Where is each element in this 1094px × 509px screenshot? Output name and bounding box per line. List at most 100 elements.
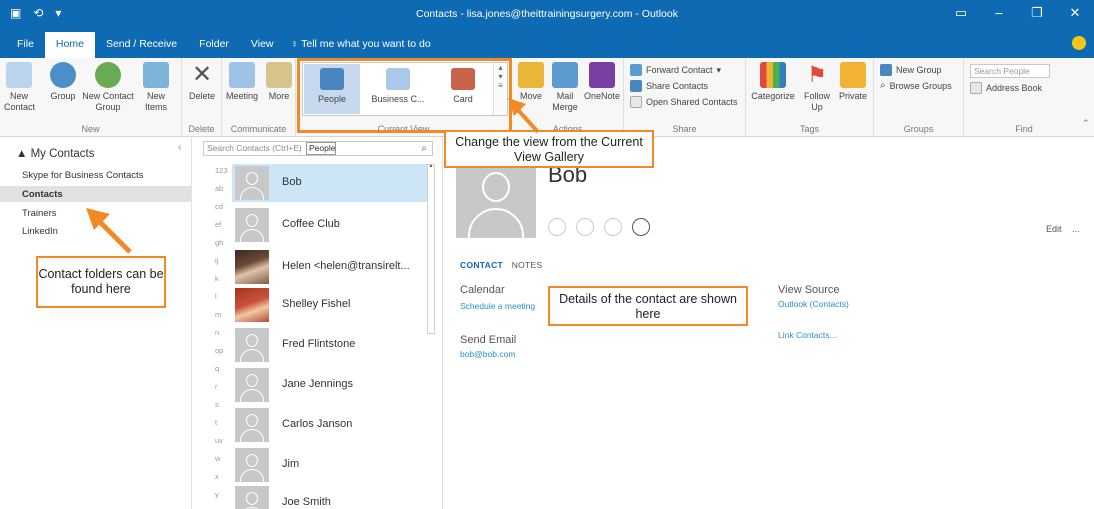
alpha-index-item[interactable]: w [215, 454, 220, 463]
private-button[interactable]: Private [836, 62, 870, 102]
contact-name: Joe Smith [282, 496, 331, 508]
edit-contact-link[interactable]: Edit ... [1046, 224, 1080, 234]
tab-home[interactable]: Home [44, 32, 95, 58]
collapse-ribbon-icon[interactable]: ⌃ [1082, 118, 1090, 129]
folder-skype-contacts[interactable]: Skype for Business Contacts [22, 170, 143, 181]
view-gallery-callout: Change the view from the Current View Ga… [444, 130, 654, 168]
alpha-index-item[interactable]: r [215, 382, 218, 391]
meeting-calendar-icon [229, 62, 255, 88]
new-contact-group-button[interactable]: New Contact Group [82, 62, 134, 113]
tab-file[interactable]: File [6, 32, 45, 56]
new-items-button[interactable]: New Items [138, 62, 174, 113]
folder-contacts[interactable]: Contacts [22, 189, 63, 200]
alpha-index-item[interactable]: gh [215, 238, 223, 247]
video-icon[interactable] [604, 218, 622, 236]
contact-row[interactable]: Joe Smith [232, 484, 428, 509]
search-icon[interactable]: ⌕ [421, 142, 427, 155]
alpha-index-item[interactable]: op [215, 346, 223, 355]
alpha-index-item[interactable]: q [215, 364, 219, 373]
contact-row[interactable]: Helen <helen@transirelt... [232, 248, 428, 286]
contact-name: Bob [282, 176, 302, 188]
alpha-index-item[interactable]: uv [215, 436, 223, 445]
tab-notes[interactable]: NOTES [512, 260, 543, 270]
alpha-index-item[interactable]: ab [215, 184, 223, 193]
avatar [235, 448, 269, 482]
delete-button[interactable]: ✕ Delete [186, 62, 218, 102]
alpha-index-item[interactable]: l [215, 292, 217, 301]
close-icon[interactable]: ✕ [1056, 0, 1094, 28]
contact-row[interactable]: Jim [232, 446, 428, 484]
folder-linkedin[interactable]: LinkedIn [22, 226, 58, 237]
meeting-button[interactable]: Meeting [224, 62, 260, 102]
alpha-index-item[interactable]: y [215, 490, 219, 499]
new-group-button[interactable]: Group [48, 62, 78, 102]
collapse-pane-icon[interactable]: ‹ [178, 142, 181, 153]
folder-pane: ‹ ▲ My Contacts Skype for Business Conta… [0, 138, 192, 509]
contact-row[interactable]: Jane Jennings [232, 366, 428, 404]
new-contact-button[interactable]: New Contact [4, 62, 35, 113]
forward-contact-button[interactable]: Forward Contact ▾ [630, 64, 721, 76]
contact-row[interactable]: Carlos Janson [232, 406, 428, 444]
avatar [235, 208, 269, 242]
address-book-icon [970, 82, 982, 94]
contact-tabs: CONTACT NOTES [460, 260, 542, 270]
feedback-smiley-icon[interactable] [1072, 36, 1086, 50]
open-shared-icon [630, 96, 642, 108]
im-icon[interactable] [548, 218, 566, 236]
email-link[interactable]: bob@bob.com [460, 349, 515, 359]
ribbon-tabs: File Home Send / Receive Folder View ♀ T… [0, 28, 1094, 58]
more-button[interactable]: More [264, 62, 294, 102]
schedule-meeting-link[interactable]: Schedule a meeting [460, 301, 535, 311]
open-shared-contacts-button[interactable]: Open Shared Contacts [630, 96, 738, 108]
alpha-index-item[interactable]: ef [215, 220, 221, 229]
mail-merge-button[interactable]: Mail Merge [548, 62, 582, 113]
minimize-icon[interactable]: – [980, 0, 1018, 28]
share-contacts-icon [630, 80, 642, 92]
contact-row[interactable]: Shelley Fishel [232, 286, 428, 324]
alpha-index-item[interactable]: n [215, 328, 219, 337]
email-icon[interactable] [632, 218, 650, 236]
my-contacts-header[interactable]: ▲ My Contacts [16, 148, 94, 160]
scroll-up-icon[interactable]: ▴ [427, 162, 435, 170]
onenote-button[interactable]: OneNote [582, 62, 622, 102]
move-button[interactable]: Move [516, 62, 546, 102]
contact-row[interactable]: Fred Flintstone [232, 326, 428, 364]
tab-send-receive[interactable]: Send / Receive [95, 32, 188, 56]
ribbon-display-icon[interactable]: ▭ [942, 0, 980, 28]
group-communicate: Meeting More Communicate [222, 58, 296, 137]
source-link[interactable]: Outlook (Contacts) [778, 299, 849, 309]
share-contacts-button[interactable]: Share Contacts [630, 80, 708, 92]
new-items-icon [143, 62, 169, 88]
follow-up-button[interactable]: ⚑ Follow Up [800, 62, 834, 113]
new-group-link[interactable]: New Group [880, 64, 942, 76]
new-group-icon [880, 64, 892, 76]
alpha-index-item[interactable]: ij [215, 256, 218, 265]
browse-groups-link[interactable]: ⌕ Browse Groups [880, 80, 952, 91]
tab-view[interactable]: View [240, 32, 285, 56]
tab-contact[interactable]: CONTACT [460, 260, 503, 270]
search-people-input[interactable]: Search People [970, 64, 1050, 78]
folder-trainers[interactable]: Trainers [22, 208, 57, 219]
contact-card-pane: Bob Edit ... CONTACT NOTES Calendar Sche… [444, 138, 1094, 509]
alpha-index-item[interactable]: s [215, 400, 219, 409]
alpha-index-item[interactable]: x [215, 472, 219, 481]
address-book-button[interactable]: Address Book [970, 82, 1042, 94]
alpha-index-item[interactable]: m [215, 310, 221, 319]
alpha-index-item[interactable]: k [215, 274, 219, 283]
tab-folder[interactable]: Folder [188, 32, 240, 56]
mail-merge-icon [552, 62, 578, 88]
contact-row[interactable]: Bob [232, 164, 428, 202]
alpha-index-item[interactable]: cd [215, 202, 223, 211]
alpha-index-item[interactable]: t [215, 418, 217, 427]
tell-me-box[interactable]: ♀ Tell me what you want to do [291, 32, 431, 56]
contact-list-scrollbar[interactable] [427, 164, 435, 334]
calendar-label: Calendar [460, 284, 505, 296]
link-contacts-link[interactable]: Link Contacts... [778, 330, 837, 340]
contact-row[interactable]: Coffee Club [232, 206, 428, 244]
contact-list-pane: Search Contacts (Ctrl+E) ⌕ People 123 ab c… [193, 138, 443, 509]
alpha-index-item[interactable]: 123 [215, 166, 228, 175]
categorize-button[interactable]: Categorize [750, 62, 796, 102]
restore-icon[interactable]: ❐ [1018, 0, 1056, 28]
call-icon[interactable] [576, 218, 594, 236]
contact-actions [548, 218, 650, 236]
